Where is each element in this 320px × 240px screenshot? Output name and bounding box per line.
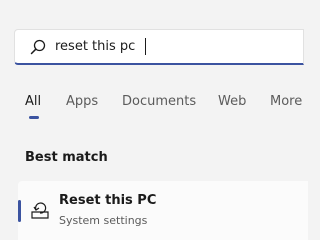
tab-web[interactable]: Web (218, 94, 246, 109)
search-box[interactable]: reset this pc (14, 29, 304, 65)
filter-tabs: All Apps Documents Web More (0, 90, 302, 120)
result-title: Reset this PC (59, 193, 157, 208)
search-input[interactable]: reset this pc (55, 39, 135, 54)
section-heading: Best match (25, 150, 108, 165)
text-caret (145, 38, 146, 55)
reset-pc-icon (31, 202, 49, 219)
tab-documents[interactable]: Documents (122, 94, 196, 109)
best-match-result[interactable]: Reset this PC System settings (18, 181, 308, 240)
active-tab-indicator (29, 116, 39, 119)
result-subtitle: System settings (59, 214, 148, 227)
tab-all[interactable]: All (25, 94, 41, 109)
search-icon (30, 39, 46, 55)
tab-apps[interactable]: Apps (66, 94, 98, 109)
selection-accent (18, 200, 21, 222)
tab-more[interactable]: More (270, 94, 302, 109)
